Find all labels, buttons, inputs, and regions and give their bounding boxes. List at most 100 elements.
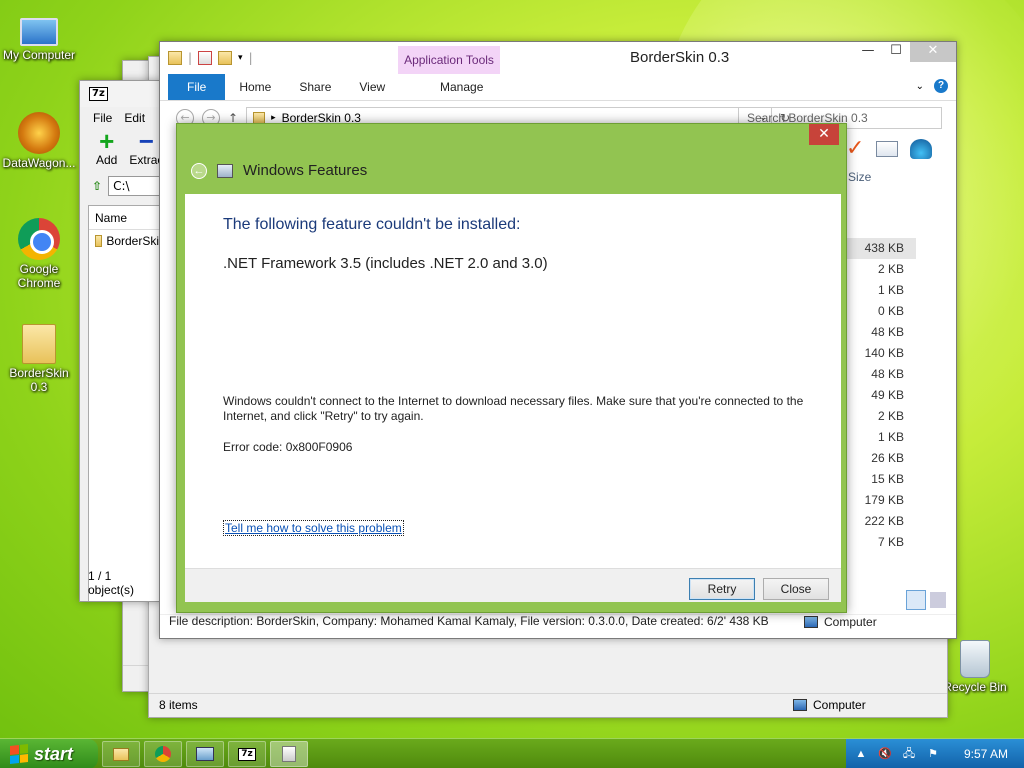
desktop-icon-label: My Computer — [2, 48, 76, 62]
plus-icon: + — [99, 126, 115, 156]
menu-edit[interactable]: Edit — [124, 111, 145, 125]
menu-file[interactable]: File — [93, 111, 112, 125]
list-item[interactable]: BorderSki — [89, 230, 159, 252]
network-icon[interactable]: 🖧 — [902, 747, 916, 761]
tab-share[interactable]: Share — [285, 74, 345, 100]
error-message: Windows couldn't connect to the Internet… — [223, 394, 804, 423]
properties-icon[interactable] — [198, 50, 213, 65]
size-cell: 1 KB — [877, 430, 904, 444]
dialog-header: ← Windows Features — [191, 162, 367, 179]
toolbar-icons: ✓ — [846, 136, 933, 161]
size-cell: 140 KB — [864, 346, 904, 360]
size-column-header[interactable]: Size — [848, 170, 871, 184]
show-hidden-icons-icon[interactable]: ▲ — [854, 747, 868, 761]
tab-home[interactable]: Home — [225, 74, 285, 100]
help-icon[interactable]: ? — [934, 79, 948, 93]
sevenzip-window[interactable]: 7z File Edit + Add − Extrac ⇧ C:\ Name B… — [79, 80, 161, 602]
size-column: 438 KB 2 KB 1 KB 0 KB 48 KB 140 KB 48 KB… — [846, 238, 916, 553]
taskbar-7zip-button[interactable]: 7z — [228, 741, 266, 767]
desktop-icon-borderskin[interactable]: BorderSkin 0.3 — [0, 324, 78, 394]
extract-label: Extrac — [129, 153, 161, 167]
desktop-icon-label: DataWagon... — [2, 156, 76, 170]
size-cell: 48 KB — [871, 367, 904, 381]
view-buttons — [906, 590, 946, 610]
status-computer: Computer — [793, 698, 866, 712]
start-button[interactable]: start — [0, 739, 98, 768]
separator: | — [188, 50, 193, 65]
file-list[interactable]: Name BorderSki — [88, 205, 160, 601]
status-computer: Computer — [804, 615, 877, 629]
retry-button[interactable]: Retry — [689, 578, 755, 600]
items-count: 8 items — [159, 698, 198, 712]
feature-name: .NET Framework 3.5 (includes .NET 2.0 an… — [223, 255, 548, 272]
status-bar: 8 items Computer — [149, 693, 947, 717]
status-computer-label: Computer — [824, 615, 877, 629]
taskbar-network-button[interactable] — [186, 741, 224, 767]
size-cell: 49 KB — [871, 388, 904, 402]
extract-button[interactable]: − Extrac — [129, 128, 161, 173]
taskbar-explorer-button[interactable] — [102, 741, 140, 767]
status-text: 1 / 1 object(s) — [88, 569, 135, 597]
size-cell: 0 KB — [877, 304, 904, 318]
column-name-header[interactable]: Name — [89, 206, 159, 230]
start-label: start — [34, 743, 74, 764]
tab-file[interactable]: File — [168, 74, 226, 100]
minimize-button[interactable]: — — [854, 42, 882, 62]
window-title: BorderSkin 0.3 — [630, 49, 730, 66]
size-cell: 48 KB — [871, 325, 904, 339]
back-icon[interactable]: ← — [191, 162, 207, 179]
up-folder-icon[interactable]: ⇧ — [92, 179, 102, 193]
shell-icon[interactable] — [910, 138, 933, 159]
windows-logo-icon — [10, 744, 28, 764]
taskbar: start 7z ▲ 🔇 🖧 ⚑ 9:57 AM — [0, 738, 1024, 768]
large-icons-view-icon[interactable] — [930, 592, 946, 608]
folder-icon — [253, 111, 266, 124]
quick-access-toolbar: | ▾ | — [160, 50, 253, 65]
windows-features-icon — [282, 746, 296, 762]
help-link[interactable]: Tell me how to solve this problem — [223, 520, 404, 536]
desktop-icon-label: BorderSkin 0.3 — [9, 366, 69, 394]
tab-view[interactable]: View — [345, 74, 399, 100]
sevenzip-logo-icon: 7z — [89, 87, 108, 101]
desktop-icon-my-computer[interactable]: My Computer — [0, 10, 78, 62]
windows-features-dialog[interactable]: ✕ ← Windows Features The following featu… — [176, 123, 847, 613]
computer-icon — [793, 699, 807, 711]
expand-ribbon-icon[interactable]: ⌄ — [916, 81, 924, 92]
size-cell: 1 KB — [877, 283, 904, 297]
folder-icon — [168, 50, 182, 65]
close-button[interactable]: Close — [763, 578, 829, 600]
new-folder-icon[interactable] — [218, 50, 233, 65]
action-center-icon[interactable]: ⚑ — [926, 747, 940, 761]
size-cell: 15 KB — [871, 472, 904, 486]
caption-buttons: — ☐ ✕ — [854, 42, 956, 62]
title-bar[interactable]: | ▾ | Application Tools BorderSkin 0.3 —… — [160, 42, 956, 74]
details-view-icon[interactable] — [906, 590, 926, 610]
breadcrumb-arrow-icon[interactable]: ▸ — [271, 112, 276, 123]
maximize-button[interactable]: ☐ — [882, 42, 910, 62]
computer-icon — [20, 18, 58, 46]
clock[interactable]: 9:57 AM — [964, 747, 1008, 761]
status-computer-label: Computer — [813, 698, 866, 712]
checkmark-icon[interactable]: ✓ — [846, 136, 864, 161]
toolbar: + Add − Extrac — [80, 126, 161, 173]
title-bar[interactable]: 7z — [80, 81, 160, 107]
path-input[interactable]: C:\ — [108, 176, 160, 196]
tab-manage[interactable]: Manage — [426, 74, 497, 100]
dialog-close-button[interactable]: ✕ — [809, 124, 839, 145]
taskbar-buttons: 7z — [102, 741, 308, 767]
error-code: Error code: 0x800F0906 — [223, 440, 353, 454]
taskbar-features-button[interactable] — [270, 741, 308, 767]
star-icon — [18, 112, 60, 154]
desktop-icon-datawagon[interactable]: DataWagon... — [0, 112, 78, 170]
card-icon[interactable] — [876, 140, 899, 157]
size-cell: 7 KB — [877, 535, 904, 549]
close-button[interactable]: ✕ — [910, 42, 956, 62]
size-cell: 222 KB — [864, 514, 904, 528]
taskbar-chrome-button[interactable] — [144, 741, 182, 767]
size-cell: 179 KB — [864, 493, 904, 507]
add-button[interactable]: + Add — [96, 126, 117, 173]
speaker-muted-icon[interactable]: 🔇 — [878, 747, 892, 761]
customize-dropdown-icon[interactable]: ▾ — [238, 53, 243, 63]
folder-icon — [95, 235, 103, 247]
desktop-icon-google-chrome[interactable]: Google Chrome — [0, 218, 78, 290]
